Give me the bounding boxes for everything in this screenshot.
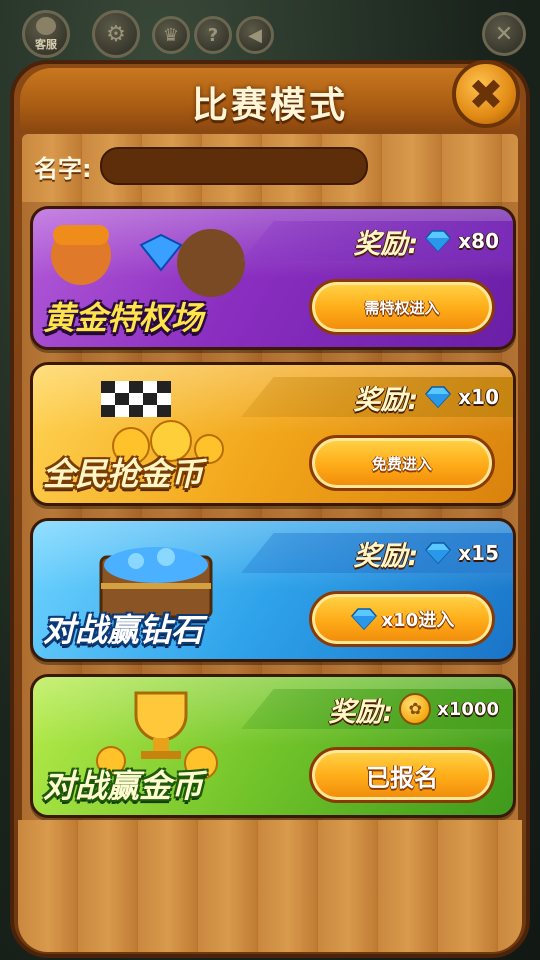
- reward-amount: x15: [458, 541, 499, 565]
- reward-info: 奖励: ✿ x1000: [328, 691, 499, 728]
- reward-info: 奖励: x15: [353, 535, 499, 572]
- customer-service-icon: [36, 16, 56, 35]
- button-label: 需特权进入: [364, 298, 440, 317]
- close-icon: ✕: [494, 21, 514, 47]
- name-field[interactable]: [99, 147, 368, 185]
- coin-icon: ✿: [399, 693, 432, 725]
- mode-card-privilege[interactable]: 奖励: x80 需特权进入 黄金特权场: [30, 206, 516, 350]
- button-label: 免费进入: [371, 454, 432, 473]
- panel-bottom-wood: [18, 820, 522, 952]
- settings-button[interactable]: ⚙: [92, 10, 140, 58]
- reward-label: 奖励:: [353, 384, 419, 416]
- diamond-icon: [425, 542, 452, 564]
- gear-icon: ⚙: [106, 21, 126, 47]
- mode-card-diamond-battle[interactable]: 奖励: x15 x10进入 对战赢钻石: [30, 518, 516, 662]
- mode-title: 全民抢金币: [43, 455, 204, 493]
- button-label: x10进入: [381, 610, 455, 631]
- mode-title: 对战赢钻石: [43, 611, 204, 649]
- dialog-close-button[interactable]: ✖: [452, 60, 520, 128]
- trophy-icon: ♛: [162, 24, 180, 46]
- mode-title: 对战赢金币: [43, 767, 204, 805]
- exit-button[interactable]: ✕: [482, 12, 526, 56]
- free-enter-button[interactable]: 免费进入: [309, 435, 495, 491]
- sound-button[interactable]: ◀: [236, 16, 274, 54]
- reward-label: 奖励:: [353, 228, 419, 260]
- privilege-enter-button[interactable]: 需特权进入: [309, 279, 495, 335]
- help-icon: ?: [207, 24, 219, 46]
- reward-amount: x1000: [437, 698, 499, 720]
- diamond-enter-button[interactable]: x10进入: [309, 591, 495, 647]
- help-button[interactable]: ?: [194, 16, 232, 54]
- reward-label: 奖励:: [328, 696, 394, 728]
- name-label: 名字:: [34, 154, 92, 183]
- diamond-icon: [350, 608, 377, 630]
- close-icon: ✖: [468, 69, 504, 119]
- speaker-icon: ◀: [248, 24, 262, 46]
- trophy-button[interactable]: ♛: [152, 16, 190, 54]
- game-screen: 客服 ⚙ ♛ ? ◀ ✕ 比赛模式 ✖ 名字: 奖励: x80 需特权进入 黄金…: [0, 0, 540, 960]
- reward-info: 奖励: x80: [353, 223, 499, 260]
- dialog-header: 比赛模式: [20, 68, 520, 132]
- diamond-icon: [425, 386, 452, 408]
- name-row: 名字:: [34, 146, 368, 186]
- reward-amount: x10: [458, 385, 499, 409]
- diamond-icon: [425, 230, 452, 252]
- reward-label: 奖励:: [353, 540, 419, 572]
- mode-card-coin-battle[interactable]: 奖励: ✿ x1000 已报名 对战赢金币: [30, 674, 516, 818]
- mode-title: 黄金特权场: [43, 299, 204, 337]
- reward-info: 奖励: x10: [353, 379, 499, 416]
- customer-service-button[interactable]: 客服: [22, 10, 70, 58]
- mode-card-free-coins[interactable]: 奖励: x10 免费进入 全民抢金币: [30, 362, 516, 506]
- dialog-title: 比赛模式: [191, 85, 348, 126]
- button-label: 已报名: [366, 763, 438, 792]
- reward-amount: x80: [458, 229, 499, 253]
- customer-service-label: 客服: [35, 37, 57, 51]
- registered-button[interactable]: 已报名: [309, 747, 495, 803]
